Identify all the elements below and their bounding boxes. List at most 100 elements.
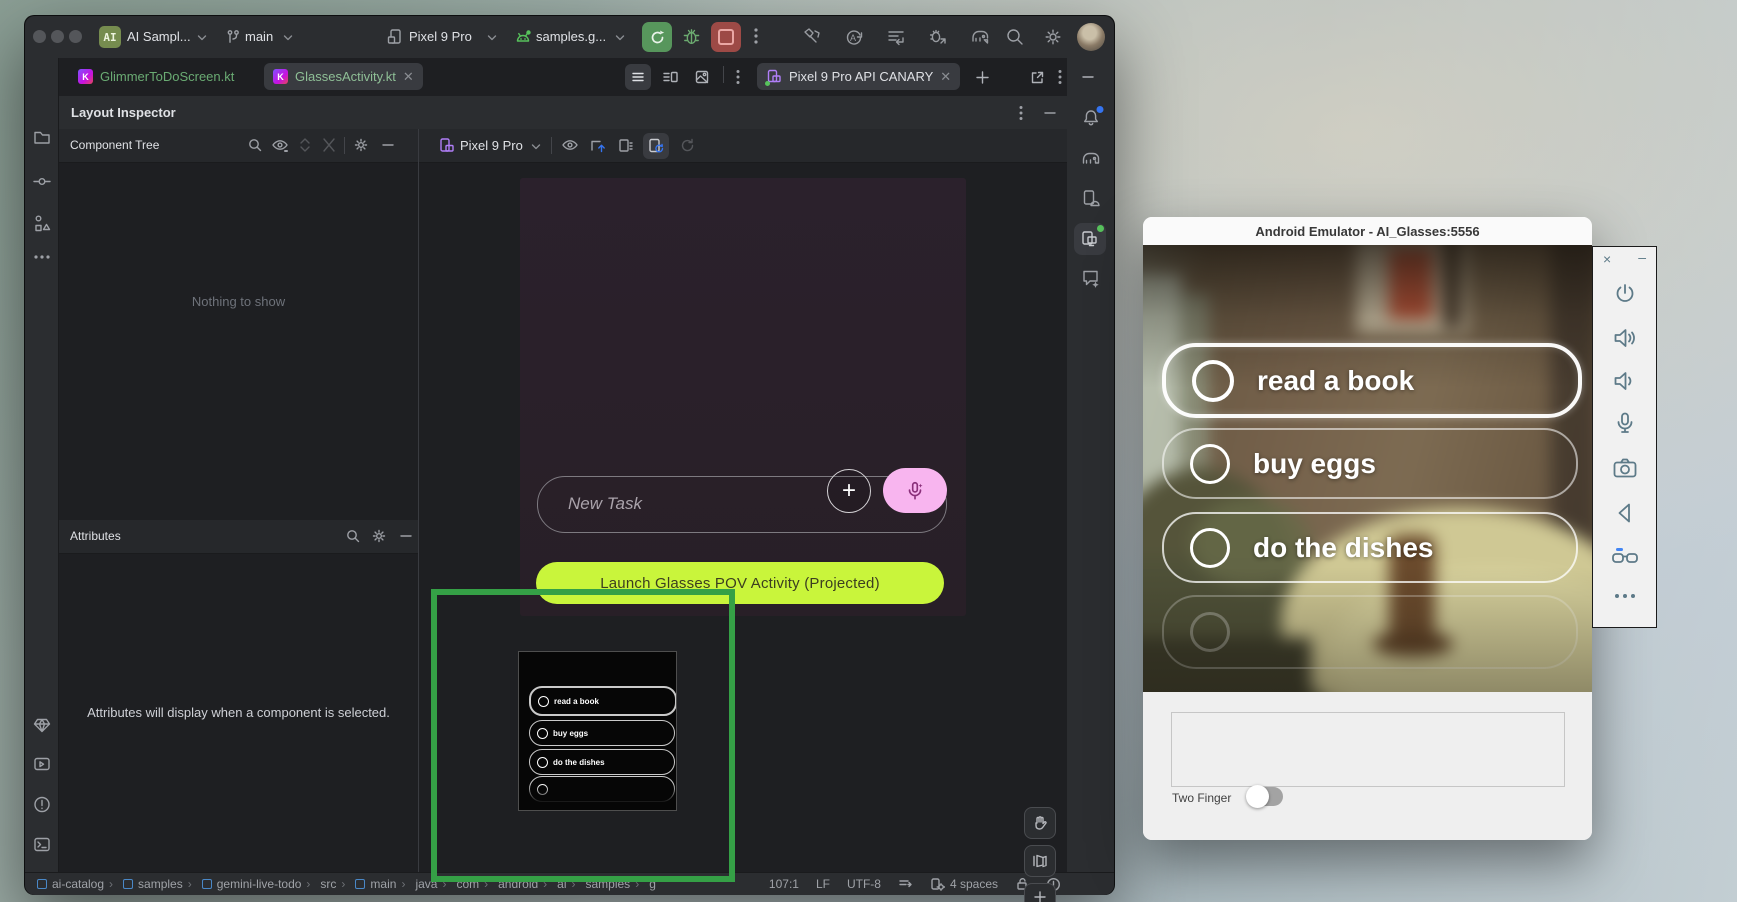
- zoom-in-button[interactable]: [1033, 890, 1047, 902]
- notifications-bell-icon[interactable]: [1080, 108, 1101, 129]
- minimize-emulator-icon[interactable]: –: [1638, 249, 1646, 265]
- device-icon: [438, 137, 455, 154]
- collapse-all-icon[interactable]: [322, 137, 336, 153]
- add-task-button[interactable]: +: [827, 469, 871, 513]
- view-mode-design-button[interactable]: [689, 64, 715, 90]
- stop-button[interactable]: [711, 22, 741, 52]
- close-emulator-icon[interactable]: ×: [1603, 251, 1611, 267]
- structure-icon[interactable]: [32, 214, 51, 233]
- more-options-icon[interactable]: [1612, 592, 1638, 600]
- glasses-mode-icon[interactable]: [1610, 543, 1640, 569]
- gradle-icon[interactable]: [1080, 148, 1102, 170]
- rerun-button[interactable]: [642, 22, 672, 52]
- mirrored-device-name[interactable]: Pixel 9 Pro: [460, 129, 523, 162]
- zoom-window-button[interactable]: [69, 30, 82, 43]
- add-device-tab-button[interactable]: [969, 64, 995, 90]
- profiler-icon[interactable]: [885, 26, 907, 48]
- debug-button[interactable]: [681, 26, 702, 47]
- search-icon[interactable]: [345, 528, 361, 544]
- hide-device-panel-icon[interactable]: [1075, 64, 1101, 90]
- device-manager-icon[interactable]: [1080, 188, 1101, 209]
- voice-input-button[interactable]: [883, 468, 947, 513]
- emulator-screen[interactable]: read a book buy eggs do the dishes: [1143, 245, 1592, 692]
- view-mode-list-button[interactable]: [625, 64, 651, 90]
- glasses-pov-preview[interactable]: read a book buy eggs do the dishes: [518, 651, 677, 811]
- new-task-input[interactable]: New Task +: [537, 476, 947, 533]
- volume-up-icon[interactable]: [1611, 325, 1638, 351]
- editor-more-options-icon[interactable]: [729, 64, 747, 90]
- pan-hand-button[interactable]: [1024, 807, 1056, 839]
- run-configuration-selector[interactable]: samples.g...: [536, 16, 606, 58]
- export-snapshot-icon[interactable]: [617, 137, 635, 154]
- touchpad-area[interactable]: [1171, 712, 1565, 787]
- build-hammer-icon[interactable]: [801, 26, 823, 48]
- indent-setting[interactable]: 4 spaces: [930, 877, 998, 891]
- hide-attributes-icon[interactable]: [399, 528, 413, 544]
- tree-settings-gear-icon[interactable]: [353, 137, 369, 153]
- view-mode-split-button[interactable]: [657, 64, 683, 90]
- power-button-icon[interactable]: [1612, 281, 1638, 307]
- todo-pill[interactable]: do the dishes: [1162, 512, 1578, 583]
- running-device-tab[interactable]: Pixel 9 Pro API CANARY ✕: [757, 63, 960, 90]
- logcat-icon[interactable]: [32, 755, 51, 774]
- live-updates-toggle-button[interactable]: [643, 133, 669, 159]
- attach-debugger-icon[interactable]: [927, 26, 949, 48]
- preview-todo-item[interactable]: buy eggs: [529, 720, 675, 746]
- commit-icon[interactable]: [32, 172, 51, 191]
- emulator-title-bar[interactable]: Android Emulator - AI_Glasses:5556: [1143, 217, 1592, 246]
- tab-glassesactivity[interactable]: K GlassesActivity.kt ✕: [264, 63, 423, 90]
- device-screen-mirror[interactable]: New Task + Launch Glasses POV Activity (…: [520, 178, 966, 616]
- todo-pill[interactable]: buy eggs: [1162, 428, 1578, 499]
- terminal-icon[interactable]: [32, 835, 51, 854]
- target-device-selector[interactable]: Pixel 9 Pro: [409, 16, 472, 58]
- preview-todo-item[interactable]: read a book: [529, 686, 677, 716]
- search-icon[interactable]: [1005, 27, 1025, 47]
- expand-all-icon[interactable]: [298, 137, 312, 153]
- open-in-new-window-icon[interactable]: [1024, 64, 1050, 90]
- search-icon[interactable]: [247, 137, 263, 153]
- branch-selector[interactable]: main: [245, 16, 273, 58]
- attributes-settings-gear-icon[interactable]: [371, 528, 387, 544]
- hide-panel-icon[interactable]: [1043, 109, 1057, 117]
- apply-code-changes-icon[interactable]: A: [843, 26, 865, 48]
- running-devices-tool-button[interactable]: [1074, 223, 1106, 255]
- gradle-sync-icon[interactable]: [969, 26, 992, 49]
- problems-icon[interactable]: [32, 795, 51, 814]
- gemini-chat-icon[interactable]: [1080, 268, 1101, 289]
- app-insights-gem-icon[interactable]: [32, 715, 51, 734]
- line-separator[interactable]: LF: [816, 877, 830, 891]
- user-avatar[interactable]: [1077, 23, 1105, 51]
- view-options-eye-icon[interactable]: [271, 137, 289, 153]
- project-selector[interactable]: AI Sampl...: [127, 16, 191, 58]
- settings-gear-icon[interactable]: [1043, 27, 1063, 47]
- screenshot-capture-icon[interactable]: [589, 137, 607, 154]
- hide-component-tree-icon[interactable]: [381, 137, 395, 153]
- caret-position[interactable]: 107:1: [769, 877, 799, 891]
- panel-more-options-icon[interactable]: [1019, 105, 1023, 121]
- project-folder-icon[interactable]: [32, 128, 51, 147]
- close-tab-icon[interactable]: ✕: [403, 70, 414, 83]
- todo-pill-focused[interactable]: read a book: [1162, 343, 1582, 418]
- more-options-icon[interactable]: [754, 27, 758, 45]
- minimize-window-button[interactable]: [51, 30, 64, 43]
- indent-guide-icon[interactable]: [898, 878, 913, 891]
- launch-glasses-pov-button[interactable]: Launch Glasses POV Activity (Projected): [536, 562, 944, 604]
- device-panel-more-icon[interactable]: [1051, 64, 1069, 90]
- left-tool-stripe: [25, 58, 59, 872]
- close-window-button[interactable]: [33, 30, 46, 43]
- mirror-view-options-eye-icon[interactable]: [561, 137, 579, 153]
- preview-todo-item[interactable]: do the dishes: [529, 749, 675, 775]
- breadcrumb[interactable]: ai-catalog samples gemini-live-todo src …: [37, 873, 656, 895]
- close-device-tab-icon[interactable]: ✕: [940, 70, 951, 83]
- rotate-3d-view-button[interactable]: [1024, 845, 1056, 877]
- file-encoding[interactable]: UTF-8: [847, 877, 881, 891]
- refresh-icon[interactable]: [679, 137, 696, 154]
- microphone-icon[interactable]: [1612, 410, 1638, 436]
- component-tree-empty-text: Nothing to show: [59, 294, 418, 309]
- more-tools-icon[interactable]: [33, 254, 51, 260]
- back-button-icon[interactable]: [1612, 500, 1638, 526]
- tab-glimmertodoscreen[interactable]: K GlimmerToDoScreen.kt: [69, 63, 243, 90]
- two-finger-toggle[interactable]: [1247, 787, 1283, 806]
- camera-icon[interactable]: [1611, 455, 1638, 481]
- volume-down-icon[interactable]: [1611, 368, 1638, 394]
